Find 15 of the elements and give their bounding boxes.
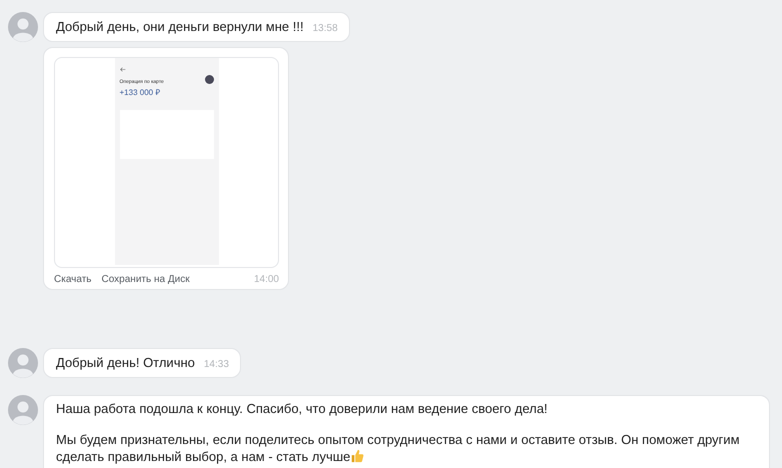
attachment-link[interactable]: Скачать [54,274,92,284]
avatar-icon[interactable] [8,348,38,378]
message-text: Мы будем признательны, если поделитесь опытом сотрудничества с нами и оставите отзыв. Он поможет другим сделать правильный выбор, а нам - стать лучше [56,431,741,465]
thumbs-up-icon [350,449,364,463]
avatar-icon[interactable] [8,395,38,425]
message-time: 14:00 [254,274,279,284]
attachment-link[interactable]: Сохранить на Диск [102,274,190,284]
back-arrow-icon [120,67,126,72]
message-time: 13:58 [312,23,338,34]
message-text: Наша работа подошла к концу. Спасибо, что доверили нам ведение своего дела! [56,400,549,417]
message-time: 14:33 [204,359,229,370]
message-text: Добрый день! Отлично [56,355,195,370]
avatar-icon[interactable] [8,12,38,42]
operation-amount: +133 000 ₽ [120,87,162,97]
message-text: Добрый день, они деньги вернули мне !!! [56,19,304,34]
